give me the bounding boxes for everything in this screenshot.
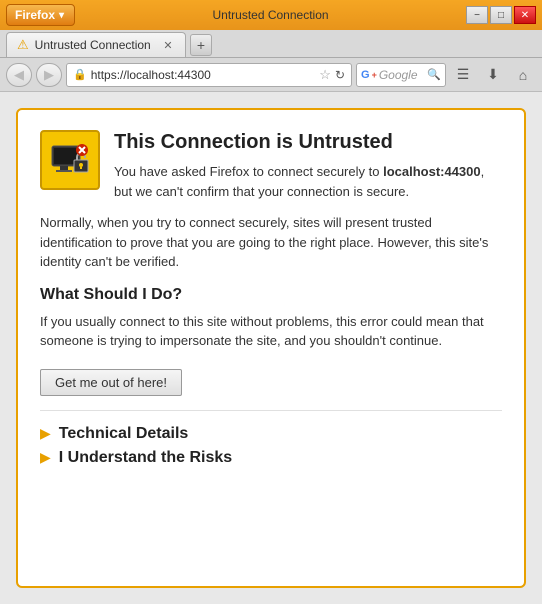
error-card: This Connection is Untrusted You have as… [16, 108, 526, 588]
toolbar-icons: ☰ ⬇ ⌂ [450, 63, 536, 87]
understand-risks-label: I Understand the Risks [59, 449, 232, 467]
titlebar: Firefox Untrusted Connection − □ ✕ [0, 0, 542, 30]
para1-prefix: You have asked Firefox to connect secure… [114, 164, 383, 179]
new-tab-button[interactable]: + [190, 34, 212, 56]
what-should-i-do-title: What Should I Do? [40, 286, 502, 304]
download-icon[interactable]: ⬇ [480, 63, 506, 87]
error-second-para: Normally, when you try to connect secure… [40, 213, 502, 272]
menu-icon[interactable]: ☰ [450, 63, 476, 87]
error-header-text: This Connection is Untrusted You have as… [114, 130, 502, 201]
error-header: This Connection is Untrusted You have as… [40, 130, 502, 201]
google-g-icon: G [361, 69, 370, 81]
warning-icon: ⚠ [17, 37, 29, 53]
maximize-button[interactable]: □ [490, 6, 512, 24]
technical-details-triangle-icon: ▶ [40, 425, 51, 442]
search-icon[interactable]: 🔍 [427, 68, 441, 81]
bookmark-star-icon[interactable]: ☆ [319, 67, 331, 83]
tab-title: Untrusted Connection [35, 38, 151, 52]
understand-risks-triangle-icon: ▶ [40, 449, 51, 466]
page-content: This Connection is Untrusted You have as… [0, 92, 542, 604]
error-first-para: You have asked Firefox to connect secure… [114, 162, 502, 201]
google-plus-icon: + [372, 70, 377, 80]
forward-button[interactable]: ▶ [36, 63, 62, 87]
tab-close-button[interactable]: ✕ [161, 38, 175, 52]
back-button[interactable]: ◀ [6, 63, 32, 87]
home-icon[interactable]: ⌂ [510, 63, 536, 87]
close-button[interactable]: ✕ [514, 6, 536, 24]
error-title: This Connection is Untrusted [114, 130, 502, 154]
address-input[interactable] [91, 68, 316, 82]
address-bar[interactable]: 🔒 ☆ ↻ [66, 63, 352, 87]
firefox-label: Firefox [15, 8, 55, 22]
lock-icon: 🔒 [73, 68, 87, 81]
technical-details-row[interactable]: ▶ Technical Details [40, 425, 502, 443]
understand-risks-row[interactable]: ▶ I Understand the Risks [40, 449, 502, 467]
navigation-bar: ◀ ▶ 🔒 ☆ ↻ G + Google 🔍 ☰ ⬇ ⌂ [0, 58, 542, 92]
get-me-out-button[interactable]: Get me out of here! [40, 369, 182, 396]
section1-body: If you usually connect to this site with… [40, 312, 502, 351]
browser-window: Firefox Untrusted Connection − □ ✕ ⚠ Unt… [0, 0, 542, 604]
search-placeholder-text: Google [379, 68, 425, 82]
window-controls: − □ ✕ [466, 6, 536, 24]
reload-button[interactable]: ↻ [335, 68, 345, 82]
tab-bar: ⚠ Untrusted Connection ✕ + [0, 30, 542, 58]
active-tab[interactable]: ⚠ Untrusted Connection ✕ [6, 32, 186, 57]
warning-icon-box [40, 130, 100, 190]
para1-bold: localhost:44300 [383, 164, 481, 179]
minimize-button[interactable]: − [466, 6, 488, 24]
untrusted-connection-icon [48, 138, 92, 182]
divider-1 [40, 410, 502, 411]
firefox-menu-button[interactable]: Firefox [6, 4, 75, 26]
technical-details-label: Technical Details [59, 425, 189, 443]
window-title: Untrusted Connection [81, 8, 460, 22]
search-box[interactable]: G + Google 🔍 [356, 63, 446, 87]
